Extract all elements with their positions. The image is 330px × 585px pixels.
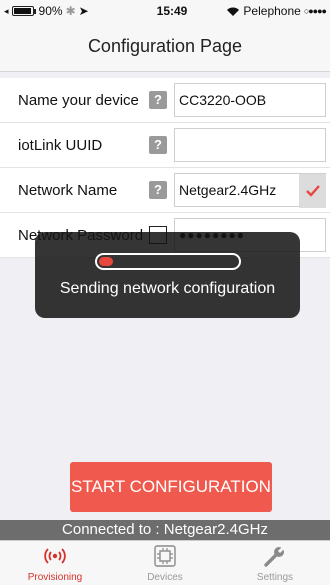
network-select-button[interactable] xyxy=(299,174,326,208)
tab-bar: Provisioning Devices Settings xyxy=(0,540,330,585)
tab-provisioning[interactable]: Provisioning xyxy=(0,541,110,585)
tab-devices[interactable]: Devices xyxy=(110,541,220,585)
uuid-row: iotLink UUID ? xyxy=(0,123,330,168)
tab-settings[interactable]: Settings xyxy=(220,541,330,585)
check-icon xyxy=(305,185,320,197)
help-icon[interactable]: ? xyxy=(149,91,167,109)
help-icon[interactable]: ? xyxy=(149,136,167,154)
devices-icon xyxy=(153,543,177,569)
tab-settings-label: Settings xyxy=(256,572,294,583)
device-name-row: Name your device ? CC3220-OOB xyxy=(0,78,330,123)
provisioning-icon xyxy=(43,543,67,569)
network-name-row: Network Name ? Netgear2.4GHz xyxy=(0,168,330,213)
help-icon[interactable]: ? xyxy=(149,181,167,199)
nav-bar: Configuration Page xyxy=(0,22,330,72)
config-form: Name your device ? CC3220-OOB iotLink UU… xyxy=(0,78,330,258)
settings-icon xyxy=(263,543,287,569)
device-name-label: Name your device xyxy=(18,91,139,109)
progress-bar xyxy=(94,252,241,270)
start-configuration-button[interactable]: START CONFIGURATION xyxy=(70,462,272,512)
uuid-label: iotLink UUID xyxy=(18,136,103,154)
page-title: Configuration Page xyxy=(87,36,243,56)
signal-icon: ○●●●● xyxy=(303,6,327,16)
uuid-field[interactable] xyxy=(174,128,326,162)
connection-status: Connected to : Netgear2.4GHz xyxy=(0,520,330,540)
wifi-icon xyxy=(227,7,240,16)
progress-fill xyxy=(98,256,113,266)
sending-overlay: Sending network configuration xyxy=(35,232,300,318)
overlay-message: Sending network configuration xyxy=(59,279,276,297)
status-bar: ◂ 90% ✱ ➤ 15:49 Pelephone ○●●●● xyxy=(0,0,330,22)
status-right: Pelephone ○●●●● xyxy=(226,4,327,18)
network-name-label: Network Name xyxy=(18,181,118,199)
device-name-field[interactable]: CC3220-OOB xyxy=(174,83,326,117)
tab-devices-label: Devices xyxy=(147,572,183,583)
carrier-name: Pelephone xyxy=(243,4,301,18)
tab-provisioning-label: Provisioning xyxy=(27,572,83,583)
